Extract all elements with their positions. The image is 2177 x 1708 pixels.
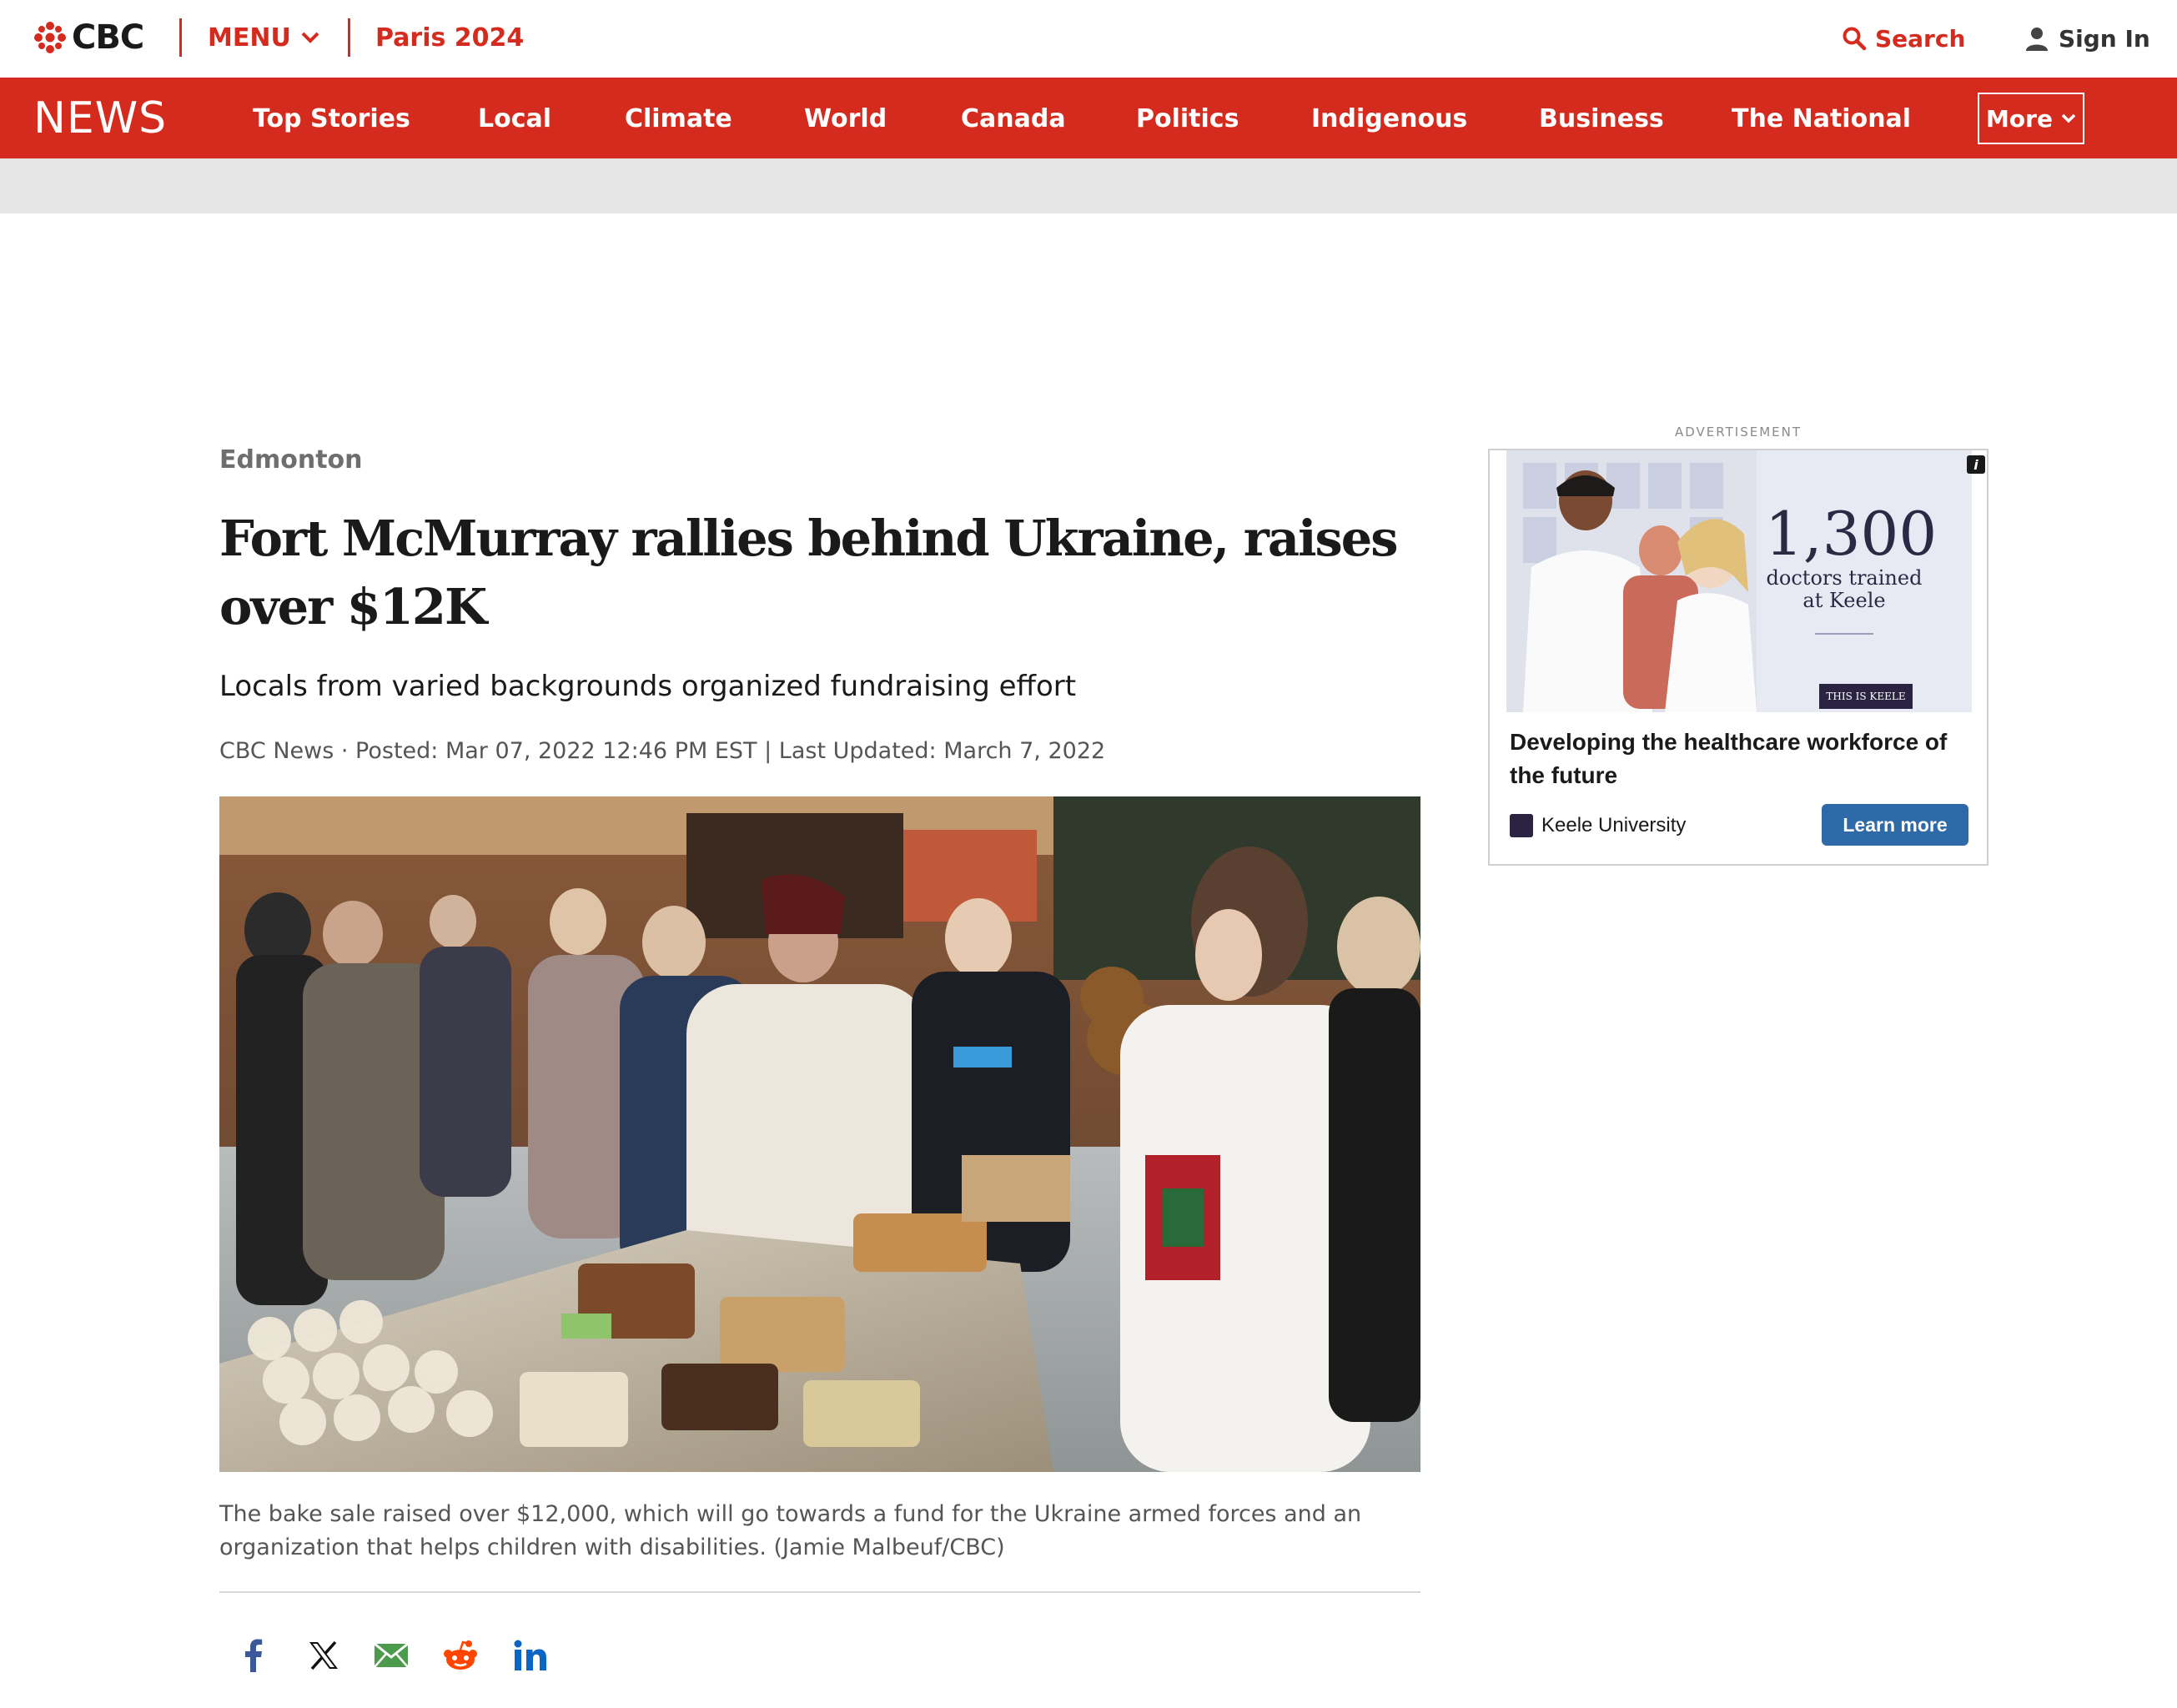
search-icon	[1843, 27, 1867, 51]
search-label: Search	[1875, 24, 1966, 53]
sign-in-label: Sign In	[2059, 24, 2150, 53]
chevron-down-icon	[2061, 113, 2076, 123]
nav-item-canada[interactable]: Canada	[961, 101, 1066, 136]
reddit-icon	[444, 1640, 477, 1670]
ad-badge: THIS IS KEELE	[1819, 684, 1913, 709]
chevron-down-icon	[301, 32, 319, 43]
learn-more-button[interactable]: Learn more	[1822, 804, 1968, 846]
user-icon	[2026, 28, 2048, 51]
nav-item-indigenous[interactable]: Indigenous	[1311, 101, 1467, 136]
search-button[interactable]: Search	[1842, 22, 1965, 55]
ad-stat-line1: doctors trained	[1766, 566, 1923, 590]
ad-headline[interactable]: Developing the healthcare workforce of t…	[1510, 726, 1977, 792]
nav-item-politics[interactable]: Politics	[1136, 101, 1239, 136]
divider	[219, 1591, 1420, 1593]
nav-item-the-national[interactable]: The National	[1732, 101, 1911, 136]
ad-stat-line2: at Keele	[1802, 589, 1886, 612]
article-headline: Fort McMurray rallies behind Ukraine, ra…	[219, 510, 1398, 635]
ad-stat-number: 1,300	[1765, 499, 1938, 569]
article-photo	[219, 796, 1420, 1472]
news-home-link[interactable]: NEWS	[33, 93, 167, 143]
share-x-button[interactable]	[303, 1635, 344, 1676]
share-facebook-button[interactable]	[232, 1635, 274, 1676]
top-bar: CBC MENU Paris 2024 Search Sign In	[0, 0, 2177, 78]
ad-banner-placeholder	[0, 158, 2177, 214]
sign-in-button[interactable]: Sign In	[2025, 22, 2150, 55]
advertisement-label: ADVERTISEMENT	[1674, 424, 1802, 440]
email-icon	[374, 1643, 409, 1668]
nav-item-top-stories[interactable]: Top Stories	[253, 101, 410, 136]
nav-item-business[interactable]: Business	[1539, 101, 1664, 136]
ad-stat: 1,300 doctors trained at Keele	[1765, 499, 1938, 612]
nav-item-local[interactable]: Local	[478, 101, 551, 136]
section-label[interactable]: Edmonton	[219, 445, 363, 475]
cbc-gem-icon	[34, 22, 66, 53]
article-byline: CBC News · Posted: Mar 07, 2022 12:46 PM…	[219, 738, 1106, 764]
paris-2024-link[interactable]: Paris 2024	[375, 20, 524, 55]
keele-logo-icon	[1510, 814, 1533, 837]
bake-sale-photo	[219, 796, 1420, 1472]
photo-caption: The bake sale raised over $12,000, which…	[219, 1501, 1362, 1560]
ad-image[interactable]: 1,300 doctors trained at Keele THIS IS K…	[1506, 450, 1972, 712]
logo-text: CBC	[72, 18, 144, 57]
header-divider	[179, 18, 182, 57]
linkedin-icon	[514, 1640, 546, 1670]
section-nav: NEWS Top Stories Local Climate World Can…	[0, 78, 2177, 158]
header-divider	[348, 18, 350, 57]
nav-item-climate[interactable]: Climate	[625, 101, 732, 136]
ad-card[interactable]: 1,300 doctors trained at Keele THIS IS K…	[1488, 449, 1988, 866]
article-deck: Locals from varied backgrounds organized…	[219, 670, 1077, 703]
share-reddit-button[interactable]	[440, 1635, 481, 1676]
x-icon	[309, 1640, 338, 1670]
more-label: More	[1986, 104, 2053, 133]
more-button[interactable]: More	[1978, 93, 2084, 144]
nav-item-world[interactable]: World	[804, 101, 887, 136]
share-linkedin-button[interactable]	[510, 1635, 551, 1676]
ad-brand-name: Keele University	[1541, 814, 1687, 836]
ad-info-icon[interactable]: i	[1967, 455, 1985, 474]
ad-brand[interactable]: Keele University	[1510, 811, 1686, 841]
facebook-icon	[245, 1639, 263, 1672]
menu-label: MENU	[208, 23, 291, 53]
cbc-logo[interactable]: CBC	[33, 17, 144, 58]
menu-button[interactable]: MENU	[208, 20, 319, 55]
share-email-button[interactable]	[370, 1635, 412, 1676]
